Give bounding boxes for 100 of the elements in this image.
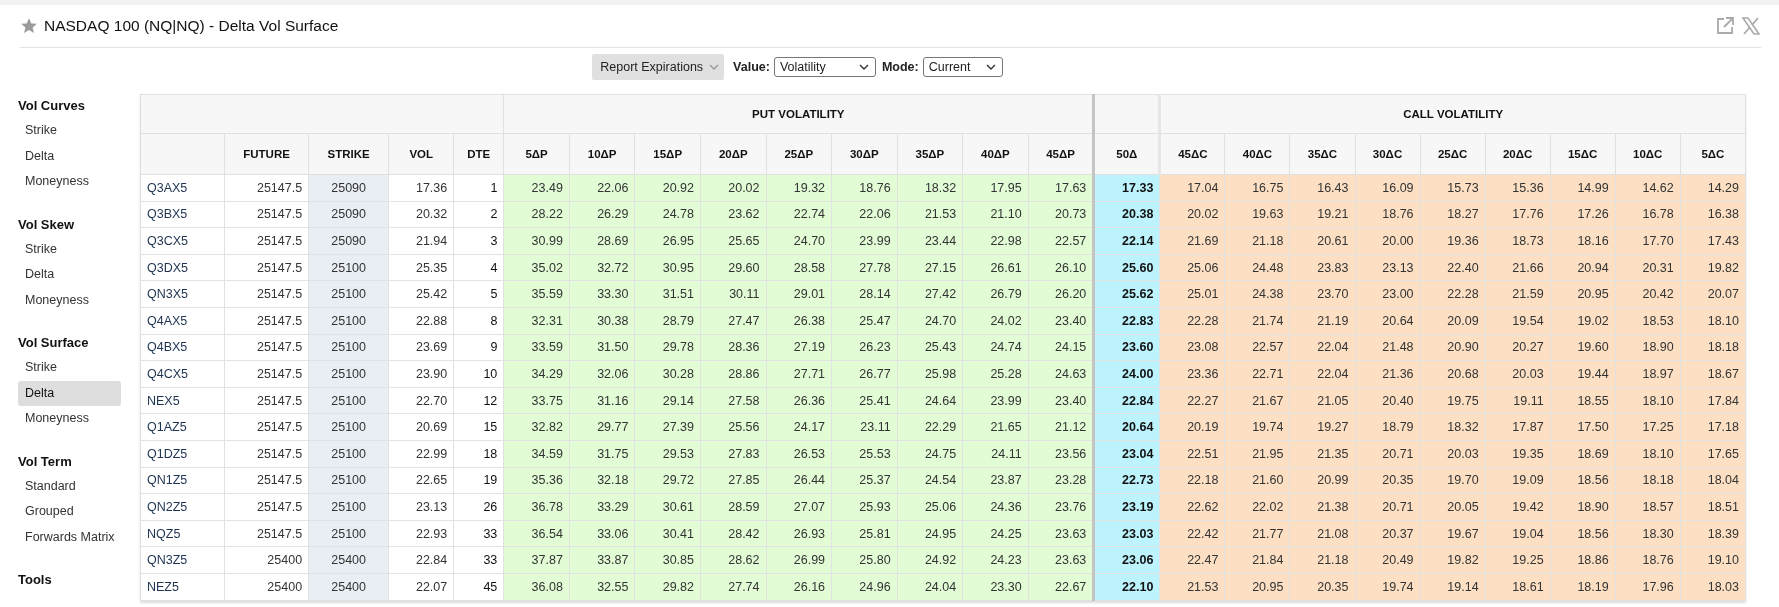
table-cell: 23.87 [962, 467, 1029, 494]
table-cell: 23.69 [388, 334, 454, 361]
table-cell: 22.65 [388, 467, 454, 494]
table-cell: 8 [453, 307, 504, 335]
table-cell: 23.60 [1093, 334, 1160, 361]
column-header: 5ΔP [503, 133, 570, 175]
table-cell: 21.67 [1224, 387, 1290, 414]
table-cell: 22.07 [388, 573, 454, 600]
table-cell: Q3BX5 [140, 201, 225, 228]
table-cell: 25400 [224, 573, 309, 600]
table-cell: 22.14 [1093, 227, 1160, 255]
sidebar-item[interactable]: Delta [18, 380, 121, 406]
table-cell: 20.94 [1550, 254, 1616, 281]
table-cell: 20.90 [1420, 334, 1486, 361]
sidebar-item[interactable]: Delta [18, 262, 121, 288]
sidebar-item[interactable]: Forwards Matrix [18, 524, 121, 550]
table-cell: 27.15 [897, 254, 963, 281]
column-header: 20ΔC [1485, 133, 1551, 175]
table-cell: 20.38 [1093, 201, 1160, 228]
table-cell: 25090 [308, 174, 389, 202]
sidebar-item[interactable]: Standard [18, 473, 121, 499]
table-cell: 25100 [308, 280, 389, 308]
table-cell: 33.59 [503, 334, 570, 361]
table-cell: 22.84 [1093, 387, 1160, 414]
table-cell: 25147.5 [224, 440, 309, 468]
sidebar-item[interactable]: Strike [18, 118, 121, 144]
table-cell: 25147.5 [224, 360, 309, 388]
table-cell: 17.26 [1550, 201, 1616, 228]
sidebar-item[interactable]: Moneyness [18, 169, 121, 195]
table-cell: 17.36 [388, 174, 454, 202]
table-cell: 20.64 [1093, 413, 1160, 441]
table-cell: 28.36 [700, 334, 766, 361]
table-cell: NQZ5 [140, 520, 225, 547]
table-cell: 18.90 [1615, 334, 1681, 361]
table-cell: 27.78 [831, 254, 898, 281]
sidebar-item[interactable]: Grouped [18, 499, 121, 525]
external-link-icon[interactable] [1715, 16, 1735, 36]
table-cell: 28.42 [700, 520, 766, 547]
table-cell: 18.18 [1680, 334, 1746, 361]
sidebar-item[interactable]: Strike [18, 355, 121, 381]
caret-icon [985, 64, 996, 70]
table-cell: 25147.5 [224, 174, 309, 202]
table-cell: 15 [453, 413, 504, 441]
table-cell: 22.27 [1159, 387, 1225, 414]
table-cell: 25147.5 [224, 227, 309, 255]
column-header: 40ΔC [1224, 133, 1290, 175]
table-cell: 25100 [308, 493, 389, 521]
table-cell: 28.22 [503, 201, 570, 228]
table-cell: 25100 [308, 387, 389, 414]
table-cell: 19.11 [1485, 387, 1551, 414]
sidebar-item[interactable]: Moneyness [18, 406, 121, 432]
table-cell: Q1AZ5 [140, 413, 225, 441]
table-cell: 5 [453, 280, 504, 308]
table-cell: 26 [453, 493, 504, 521]
dropdown[interactable]: Current [922, 57, 1003, 77]
table-cell: 26.61 [962, 254, 1029, 281]
table-cell: 12 [453, 387, 504, 414]
table-cell: 19.21 [1289, 201, 1355, 228]
table-cell: 18.56 [1550, 520, 1616, 547]
sidebar-item[interactable]: Delta [18, 143, 121, 169]
section-heading: Vol Term [18, 452, 73, 471]
table-cell: 19.63 [1224, 201, 1290, 228]
table-cell: NEX5 [140, 387, 225, 414]
table-cell: 19.60 [1550, 334, 1616, 361]
column-header: 5ΔC [1680, 133, 1746, 175]
table-cell: QN3Z5 [140, 546, 225, 574]
table-cell: 25090 [308, 227, 389, 255]
sidebar-item[interactable]: Moneyness [18, 287, 121, 313]
column-header: 20ΔP [700, 133, 766, 175]
table-cell: 23.90 [388, 360, 454, 388]
table-cell: 22.70 [388, 387, 454, 414]
star-icon[interactable] [20, 17, 38, 35]
table-cell: 32.18 [569, 467, 635, 494]
x-logo-icon[interactable] [1741, 16, 1761, 36]
window-title: NASDAQ 100 (NQ|NQ) - Delta Vol Surface [44, 17, 339, 35]
report-expirations-button[interactable]: Report Expirations [592, 54, 725, 80]
table-cell: 20.31 [1615, 254, 1681, 281]
table-cell: 18.55 [1550, 387, 1616, 414]
table-cell: 20.02 [1159, 201, 1225, 228]
table-cell: 24.54 [897, 467, 963, 494]
dropdown[interactable]: Volatility [773, 57, 876, 77]
table-cell: 29.72 [634, 467, 701, 494]
table-cell: 31.50 [569, 334, 635, 361]
table-cell: 24.48 [1224, 254, 1290, 281]
table-cell: Q3DX5 [140, 254, 225, 281]
column-header: 30ΔP [831, 133, 898, 175]
table-cell: 21.10 [962, 201, 1029, 228]
table-cell: 25100 [308, 307, 389, 335]
table-cell: QN1Z5 [140, 467, 225, 494]
section-heading: Tools [18, 571, 53, 589]
table-cell: 22.73 [1093, 467, 1160, 494]
table-cell: 24.64 [897, 387, 963, 414]
table-cell: 28.58 [766, 254, 832, 281]
table-cell: 21.77 [1224, 520, 1290, 547]
table-cell: 18.30 [1615, 520, 1681, 547]
sidebar-item[interactable]: Strike [18, 236, 121, 262]
table-cell: 25147.5 [224, 413, 309, 441]
table-cell: 26.23 [831, 334, 898, 361]
column-header: 30ΔC [1355, 133, 1421, 175]
column-header: 45ΔC [1159, 133, 1225, 175]
